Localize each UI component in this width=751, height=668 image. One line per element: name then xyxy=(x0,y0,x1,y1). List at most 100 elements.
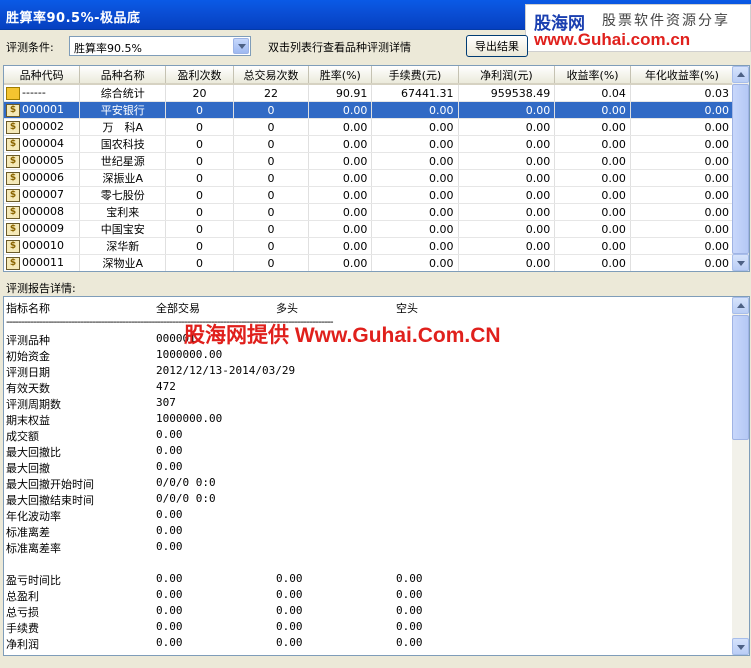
winrate-cell: 0.00 xyxy=(308,101,373,119)
fee-cell: 0.00 xyxy=(371,254,459,271)
condition-label: 评测条件: xyxy=(6,41,54,54)
table-row[interactable]: $000011 深物业A 0 0 0.00 0.00 0.00 0.00 0.00 xyxy=(4,254,735,271)
report-name: 总亏损 xyxy=(6,606,39,619)
table-row[interactable]: $000007 零七股份 0 0 0.00 0.00 0.00 0.00 0.00 xyxy=(4,186,735,204)
table-row[interactable]: $000009 中国宝安 0 0 0.00 0.00 0.00 0.00 0.00 xyxy=(4,220,735,238)
fee-cell: 0.00 xyxy=(371,135,459,153)
annual-cell: 0.00 xyxy=(630,203,735,221)
column-header[interactable]: 盈利次数 xyxy=(165,66,234,85)
column-header[interactable]: 总交易次数 xyxy=(233,66,310,85)
stock-icon: $ xyxy=(6,256,20,270)
brand-slogan: 股票软件资源分享 xyxy=(602,13,730,29)
stock-code: 000005 xyxy=(22,154,64,168)
table-row[interactable]: $000004 国农科技 0 0 0.00 0.00 0.00 0.00 0.00 xyxy=(4,135,735,153)
winrate-cell: 0.00 xyxy=(308,203,373,221)
table-row[interactable]: $000006 深振业A 0 0 0.00 0.00 0.00 0.00 0.00 xyxy=(4,169,735,187)
table-row[interactable]: $000001 平安银行 0 0 0.00 0.00 0.00 0.00 0.00 xyxy=(4,101,735,119)
scroll-thumb[interactable] xyxy=(732,84,749,254)
scroll-down-icon[interactable] xyxy=(732,254,749,271)
stock-icon: $ xyxy=(6,188,20,202)
winrate-cell: 0.00 xyxy=(308,220,373,238)
stock-icon: $ xyxy=(6,103,20,117)
code-cell: $000008 xyxy=(4,203,81,221)
scroll-up-icon[interactable] xyxy=(732,66,749,83)
code-cell: $000001 xyxy=(4,101,81,119)
profit-cell: 0.00 xyxy=(458,220,556,238)
scroll-down-icon[interactable] xyxy=(732,638,749,655)
report-label: 评测报告详情: xyxy=(6,282,76,295)
report-name: 年化波动率 xyxy=(6,510,61,523)
ret-cell: 0.00 xyxy=(554,152,631,170)
results-table: 品种代码 品种名称 盈利次数 总交易次数 胜率(%) 手续费(元) 净利润(元) 收益率(%)… xyxy=(3,65,750,272)
report-panel: 指标名称 全部交易 多头 空头 ------------------------… xyxy=(3,296,750,656)
stock-icon: $ xyxy=(6,205,20,219)
stock-icon: $ xyxy=(6,154,20,168)
report-long: 0.00 xyxy=(276,620,303,633)
condition-select-value: 胜算率90.5% xyxy=(74,42,142,55)
toolbar: 评测条件: 胜算率90.5% 双击列表行查看品种评测详情 导出结果 xyxy=(0,30,751,62)
table-row[interactable]: $000005 世纪星源 0 0 0.00 0.00 0.00 0.00 0.00 xyxy=(4,152,735,170)
report-all: 0.00 xyxy=(156,636,183,649)
report-row: 最大回撤 0.00 xyxy=(4,460,744,476)
fee-cell: 0.00 xyxy=(371,203,459,221)
fee-cell: 0.00 xyxy=(371,169,459,187)
report-name: 评测日期 xyxy=(6,366,50,379)
table-row[interactable]: $000008 宝利来 0 0 0.00 0.00 0.00 0.00 0.00 xyxy=(4,203,735,221)
column-header[interactable]: 手续费(元) xyxy=(371,66,459,85)
column-header[interactable]: 品种名称 xyxy=(79,66,167,85)
window-title: 胜算率90.5%-极品底 xyxy=(6,11,141,26)
report-name: 最大回撤比 xyxy=(6,446,61,459)
stock-code: 000004 xyxy=(22,137,64,151)
column-header[interactable]: 净利润(元) xyxy=(458,66,556,85)
chevron-down-icon[interactable] xyxy=(233,38,249,54)
stock-name: 综合统计 xyxy=(79,84,167,102)
table-row[interactable]: $000010 深华新 0 0 0.00 0.00 0.00 0.00 0.00 xyxy=(4,237,735,255)
report-short: 0.00 xyxy=(396,572,423,585)
winrate-cell: 0.00 xyxy=(308,254,373,271)
report-name: 成交额 xyxy=(6,430,39,443)
stock-name: 万 科A xyxy=(79,118,167,136)
report-row: 初始资金 1000000.00 xyxy=(4,348,744,364)
report-header-all: 全部交易 xyxy=(156,302,200,315)
ret-cell: 0.00 xyxy=(554,169,631,187)
trades-cell: 0 xyxy=(233,237,310,255)
report-name: 期末权益 xyxy=(6,414,50,427)
report-row: 评测周期数 307 xyxy=(4,396,744,412)
annual-cell: 0.00 xyxy=(630,237,735,255)
annual-cell: 0.03 xyxy=(630,84,735,102)
report-name: 初始资金 xyxy=(6,350,50,363)
report-name: 最大回撤结束时间 xyxy=(6,494,94,507)
report-row: 最大回撤开始时间 0/0/0 0:0 xyxy=(4,476,744,492)
table-scrollbar[interactable] xyxy=(732,66,749,271)
ret-cell: 0.00 xyxy=(554,186,631,204)
report-row: 有效天数 472 xyxy=(4,380,744,396)
report-all: 0/0/0 0:0 xyxy=(156,476,216,489)
fee-cell: 0.00 xyxy=(371,118,459,136)
code-cell: $000011 xyxy=(4,254,81,271)
stock-code: ------ xyxy=(22,86,46,100)
column-header[interactable]: 品种代码 xyxy=(4,66,81,85)
column-header[interactable]: 收益率(%) xyxy=(554,66,631,85)
trades-cell: 22 xyxy=(233,84,310,102)
column-header[interactable]: 胜率(%) xyxy=(308,66,373,85)
report-short: 0.00 xyxy=(396,636,423,649)
report-row xyxy=(4,556,744,572)
scroll-up-icon[interactable] xyxy=(732,297,749,314)
stock-name: 国农科技 xyxy=(79,135,167,153)
fee-cell: 0.00 xyxy=(371,152,459,170)
export-button[interactable]: 导出结果 xyxy=(466,35,528,57)
table-row[interactable]: $000002 万 科A 0 0 0.00 0.00 0.00 0.00 0.00 xyxy=(4,118,735,136)
report-scrollbar[interactable] xyxy=(732,297,749,655)
profit-cell: 0.00 xyxy=(458,254,556,271)
trades-cell: 0 xyxy=(233,101,310,119)
report-all: 0.00 xyxy=(156,620,183,633)
summary-row[interactable]: ------ 综合统计 20 22 90.91 67441.31 959538.49 0.04… xyxy=(4,84,735,102)
code-cell: $000005 xyxy=(4,152,81,170)
winrate-cell: 0.00 xyxy=(308,237,373,255)
stock-code: 000001 xyxy=(22,103,64,117)
report-header-long: 多头 xyxy=(276,302,298,315)
column-header[interactable]: 年化收益率(%) xyxy=(630,66,735,85)
condition-select[interactable]: 胜算率90.5% xyxy=(69,36,251,56)
scroll-thumb[interactable] xyxy=(732,315,749,440)
stock-name: 世纪星源 xyxy=(79,152,167,170)
